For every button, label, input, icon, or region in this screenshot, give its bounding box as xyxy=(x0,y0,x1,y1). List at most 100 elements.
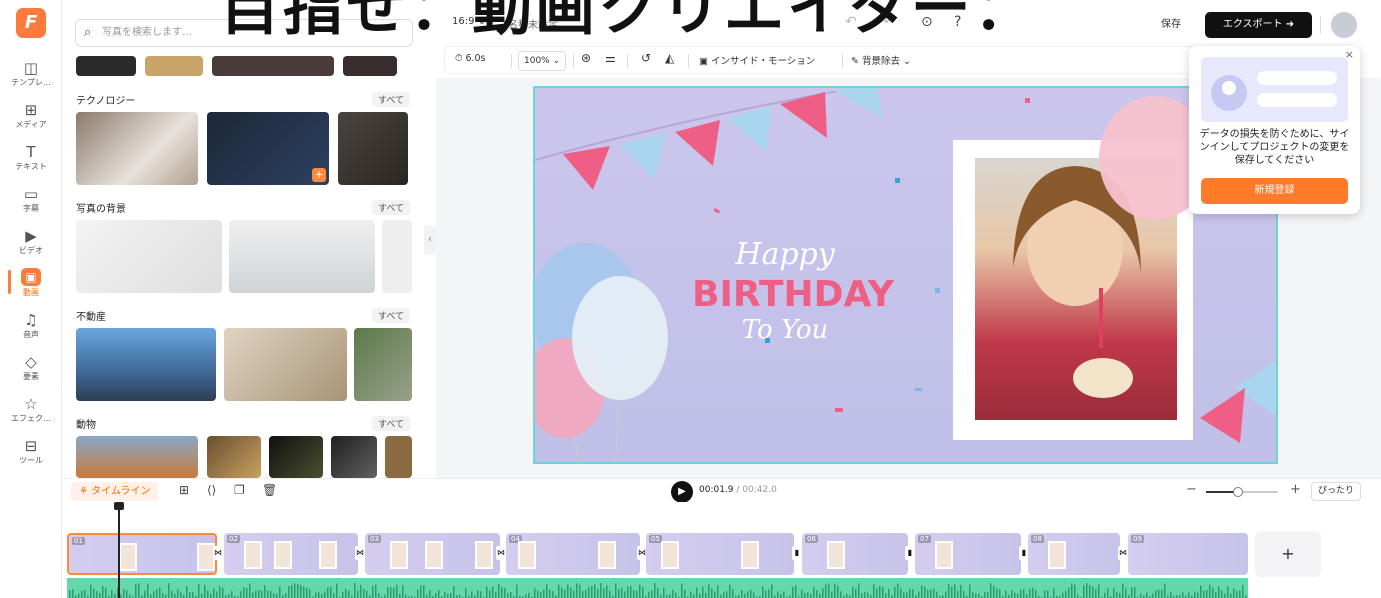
video-icon: ▶ xyxy=(25,227,37,245)
timeline-clip[interactable]: 03 xyxy=(365,533,500,575)
rail-item-effects[interactable]: ☆ エフェク… xyxy=(0,394,62,434)
rail-label: ビデオ xyxy=(19,246,43,255)
zoom-in-button[interactable]: + xyxy=(1290,482,1301,497)
asset-panel: ⌕ 写真を検索します… テクノロジー すべて + 写真の背景 すべて 不動産 す… xyxy=(62,0,422,478)
add-track-icon[interactable]: ⊞ xyxy=(179,483,189,497)
signin-illustration xyxy=(1201,57,1348,122)
rail-item-video[interactable]: ▶ ビデオ xyxy=(0,226,62,266)
app-logo[interactable]: F xyxy=(16,8,46,38)
transition-icon[interactable]: ⋈ xyxy=(496,546,506,560)
photo-thumb[interactable] xyxy=(354,328,412,401)
collapse-panel-button[interactable]: ‹ xyxy=(424,225,436,255)
timeline-icon: ⚘ xyxy=(79,486,92,497)
add-clip-button[interactable]: + xyxy=(1255,531,1321,577)
see-all-button[interactable]: すべて xyxy=(372,200,411,215)
avatar[interactable] xyxy=(1331,12,1357,38)
rail-label: 音声 xyxy=(23,330,39,339)
inside-motion-button[interactable]: ▣ インサイド・モーション xyxy=(699,53,815,67)
photo-thumb[interactable] xyxy=(343,56,397,76)
duplicate-icon[interactable]: ❐ xyxy=(234,483,245,497)
divider xyxy=(627,54,628,68)
filter-icon[interactable]: ⊛ xyxy=(581,51,591,65)
photo-thumb[interactable] xyxy=(382,220,412,293)
divider xyxy=(573,54,574,68)
zoom-select[interactable]: 100% ⌄ xyxy=(518,51,567,71)
photo-thumb[interactable] xyxy=(229,220,375,293)
current-time: 00:01.9 xyxy=(699,485,734,495)
bunting-flag xyxy=(563,146,610,190)
fit-button[interactable]: ぴったり xyxy=(1311,482,1362,501)
rail-item-tools[interactable]: ⊟ ツール xyxy=(0,436,62,476)
effects-icon: ☆ xyxy=(24,395,38,413)
video-canvas[interactable]: Happy BIRTHDAY To You xyxy=(533,86,1278,464)
photo-thumb[interactable] xyxy=(224,328,347,401)
timeline-clip[interactable]: 04 xyxy=(506,533,640,575)
timeline-tracks: 01 ⋈ 02 ⋈ 03 ⋈ 04 ⋈ 05 ▮ 06 ▮ 07 ▮ 08 ⋈ … xyxy=(62,502,1381,598)
play-button[interactable]: ▶ xyxy=(671,481,693,503)
adjust-icon[interactable]: ⚌ xyxy=(605,51,616,65)
flip-icon[interactable]: ◭ xyxy=(665,51,674,65)
add-icon[interactable]: + xyxy=(312,168,326,182)
total-time: / 00:42.0 xyxy=(736,485,777,495)
clip-frame xyxy=(518,541,536,569)
audio-track[interactable] xyxy=(67,578,1248,598)
clip-frame xyxy=(475,541,493,569)
rail-item-media[interactable]: ⊞ メディア xyxy=(0,100,62,140)
transition-icon[interactable]: ⋈ xyxy=(213,546,223,560)
zoom-handle[interactable] xyxy=(1233,487,1244,497)
photo-thumb[interactable]: + xyxy=(207,112,329,185)
photo-thumb[interactable] xyxy=(385,436,412,478)
birthday-text: BIRTHDAY xyxy=(692,274,895,315)
clip-number: 08 xyxy=(1031,535,1044,543)
photo-thumb[interactable] xyxy=(76,436,198,478)
transition-icon[interactable]: ▮ xyxy=(905,546,915,560)
timeline-clip[interactable]: 08 xyxy=(1028,533,1120,575)
rail-item-elements[interactable]: ◇ 要素 xyxy=(0,352,62,392)
delete-icon[interactable]: 🗑 xyxy=(262,483,277,497)
rail-item-music[interactable]: ♫ 音声 xyxy=(0,310,62,350)
save-button[interactable]: 保存 xyxy=(1145,12,1197,38)
rail-label: ツール xyxy=(19,456,43,465)
rail-item-subtitle[interactable]: ▭ 字幕 xyxy=(0,184,62,224)
photo-thumb[interactable] xyxy=(269,436,323,478)
duration-control[interactable]: ⏱ 6.0s xyxy=(455,53,486,64)
zoom-slider[interactable] xyxy=(1206,487,1278,497)
rail-item-text[interactable]: T テキスト xyxy=(0,142,62,182)
split-icon[interactable]: ⟨⟩ xyxy=(207,483,216,497)
search-placeholder: 写真を検索します… xyxy=(102,27,192,38)
timeline-clip[interactable]: 07 xyxy=(915,533,1021,575)
see-all-button[interactable]: すべて xyxy=(372,308,411,323)
photo-thumb[interactable] xyxy=(212,56,334,76)
see-all-button[interactable]: すべて xyxy=(372,92,411,107)
timeline-clip[interactable]: 06 xyxy=(802,533,908,575)
clock-icon: ⏱ xyxy=(455,53,466,64)
playhead[interactable] xyxy=(118,508,120,598)
export-button[interactable]: エクスポート ➜ xyxy=(1205,12,1312,38)
timeline-clip[interactable]: 02 xyxy=(224,533,358,575)
zoom-out-button[interactable]: − xyxy=(1186,482,1197,497)
photo-thumb[interactable] xyxy=(76,56,136,76)
timeline-toolbar: ⚘ タイムライン ⊞ ⟨⟩ ❐ 🗑 ▶ 00:01.9 / 00:42.0 − … xyxy=(62,478,1381,503)
photo-thumb[interactable] xyxy=(76,328,216,401)
rail-item-template[interactable]: ◫ テンプレ… xyxy=(0,58,62,98)
transition-icon[interactable]: ⋈ xyxy=(1118,546,1128,560)
transition-icon[interactable]: ▮ xyxy=(792,546,802,560)
photo-thumb[interactable] xyxy=(331,436,377,478)
rotate-icon[interactable]: ↺ xyxy=(641,51,651,65)
photo-thumb[interactable] xyxy=(76,112,198,185)
background-remove-button[interactable]: ✎ 背景除去 ⌄ xyxy=(851,53,911,67)
clip-frame xyxy=(319,541,337,569)
photo-thumb[interactable] xyxy=(76,220,222,293)
see-all-button[interactable]: すべて xyxy=(372,416,411,431)
photo-thumb[interactable] xyxy=(207,436,261,478)
signup-button[interactable]: 新規登録 xyxy=(1201,178,1348,204)
timeline-clip[interactable]: 05 xyxy=(646,533,794,575)
timeline-clip[interactable]: 01 xyxy=(67,533,217,575)
tab-timeline[interactable]: ⚘ タイムライン xyxy=(71,482,159,501)
transition-icon[interactable]: ⋈ xyxy=(355,546,365,560)
rail-item-stock-video[interactable]: ▣ 動画 xyxy=(0,268,62,308)
eraser-icon: ✎ xyxy=(851,56,862,67)
timeline-clip[interactable]: 09 xyxy=(1128,533,1248,575)
photo-thumb[interactable] xyxy=(145,56,203,76)
photo-thumb[interactable] xyxy=(338,112,408,185)
